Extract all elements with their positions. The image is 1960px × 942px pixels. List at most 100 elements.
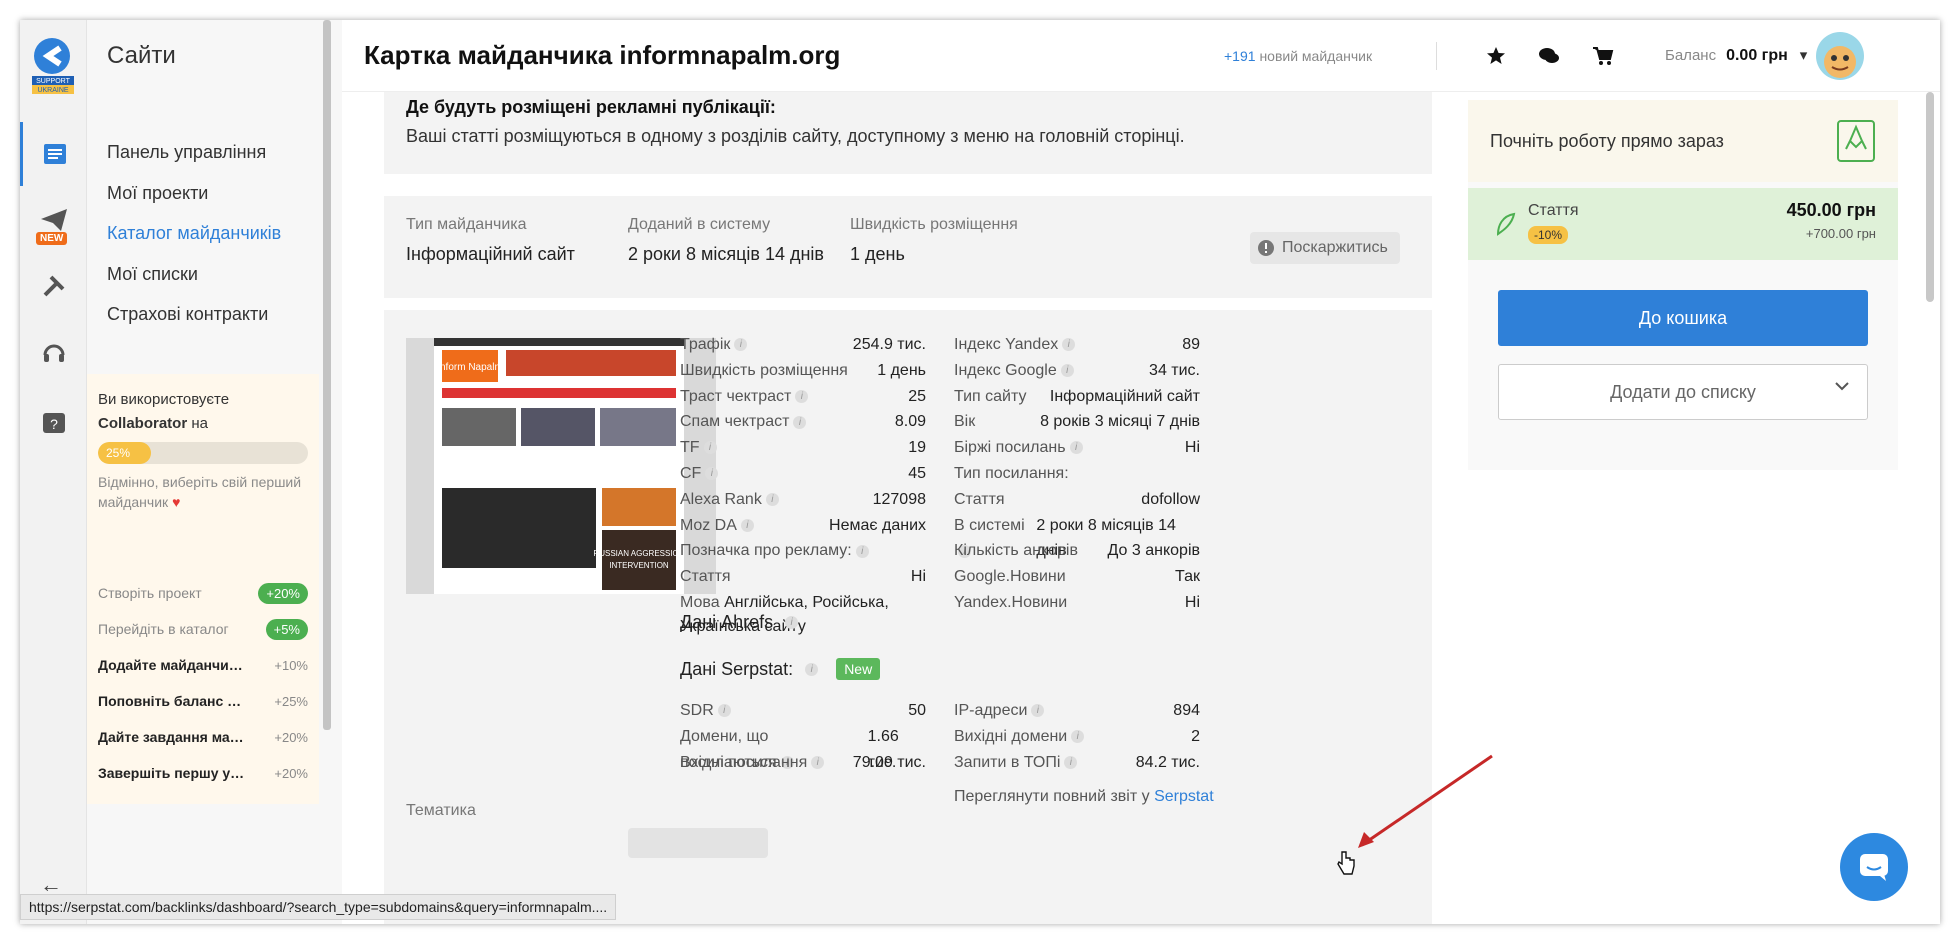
page-title: Картка майданчика informnapalm.org — [364, 40, 841, 70]
serpstat-link[interactable]: Serpstat — [1154, 788, 1214, 805]
thumb-sub: INTERVENTION — [609, 561, 669, 570]
help-question-icon[interactable]: ? — [20, 392, 87, 456]
task-item[interactable]: Поповніть баланс у с... +25% — [87, 683, 319, 719]
task-item[interactable]: Перейдіть в каталог +5% — [87, 611, 319, 647]
info-icon[interactable]: i — [765, 493, 779, 507]
info-icon[interactable]: i — [1062, 338, 1076, 352]
app-window: SUPPORT UKRAINE NEW ? ← Сайти Панель упр… — [20, 20, 1940, 924]
new-sites-text: новий майданчик — [1259, 48, 1373, 64]
task-item[interactable]: Створіть проект +20% — [87, 575, 319, 611]
support-ukraine-logo[interactable]: SUPPORT UKRAINE — [30, 34, 76, 96]
chat-icon[interactable] — [1538, 46, 1560, 71]
stat-row: Тип посилання: — [954, 464, 1069, 482]
sites-rail-icon[interactable] — [20, 122, 87, 186]
stat-row: Alexa Rank i 127098 — [680, 490, 926, 508]
new-sites-counter[interactable]: +191 новий майданчик — [1224, 48, 1372, 64]
header-divider — [1436, 42, 1437, 70]
info-icon[interactable]: i — [1069, 441, 1083, 455]
serpstat-report: Переглянути повний звіт у Serpstat — [954, 788, 1214, 806]
product-price: 450.00 грн — [1786, 200, 1876, 220]
site-details-card: Inform Napalm RUSSIAN AGGRESSION INTERVE… — [384, 310, 1432, 924]
subject-tag[interactable] — [628, 828, 768, 858]
nav-item-catalog[interactable]: Каталог майданчиків — [107, 213, 281, 254]
nav-title: Сайти — [107, 42, 176, 69]
balance-dropdown[interactable]: Баланс 0.00 грн ▾ — [1665, 46, 1807, 65]
info-icon[interactable]: i — [703, 441, 717, 455]
feather-icon — [1496, 212, 1516, 236]
nav-item-insurance[interactable]: Страхові контракти — [107, 294, 281, 335]
info-icon[interactable]: i — [855, 544, 869, 558]
serpstat-stats-right: IP-адреси i 894 Вихідні домени i 2 Запити в … — [954, 698, 1200, 775]
telegram-rail-icon[interactable]: NEW — [20, 188, 87, 252]
speed-value: 1 день — [850, 244, 905, 264]
info-icon[interactable]: i — [793, 415, 807, 429]
user-avatar[interactable] — [1816, 32, 1864, 80]
info-icon[interactable]: i — [717, 704, 731, 718]
chat-widget-button[interactable] — [1840, 833, 1908, 901]
info-icon[interactable]: i — [795, 389, 809, 403]
thumb-logo: Inform Napalm — [437, 362, 503, 373]
info-icon[interactable]: i — [805, 662, 819, 676]
new-badge: New — [836, 658, 881, 680]
star-icon[interactable] — [1486, 46, 1506, 71]
main-content: Де будуть розміщені рекламні публікації:… — [362, 92, 1432, 924]
product-type: Стаття — [1528, 202, 1579, 219]
collab-hint: Відмінно, виберіть свій перший майданчик — [98, 474, 302, 510]
info-icon[interactable]: i — [734, 338, 748, 352]
nav-item-projects[interactable]: Мої проекти — [107, 173, 281, 214]
site-screenshot[interactable]: Inform Napalm RUSSIAN AGGRESSION INTERVE… — [406, 338, 716, 594]
stat-row: Біржі посилань i Ні — [954, 439, 1200, 457]
nav-list: Панель управління Мої проекти Каталог ма… — [107, 132, 281, 335]
chat-widget-icon — [1860, 854, 1888, 881]
complain-button[interactable]: Поскаржитись — [1250, 232, 1400, 264]
add-to-list-label: Додати до списку — [1610, 381, 1756, 402]
cart-icon[interactable] — [1592, 46, 1614, 71]
info-icon[interactable]: i — [705, 467, 719, 481]
info-icon[interactable]: i — [740, 518, 754, 532]
stat-row: Індекс Yandex i 89 — [954, 336, 1200, 353]
site-meta-card: Тип майданчика Інформаційний сайт Додани… — [384, 196, 1432, 298]
stat-row: Стаття Ні — [680, 568, 926, 586]
rocket-icon — [1837, 120, 1875, 162]
info-icon[interactable]: i — [811, 755, 825, 769]
tools-rail-icon[interactable] — [20, 254, 87, 318]
stat-row: IP-адреси i 894 — [954, 702, 1200, 719]
sidebar-scrollbar[interactable] — [323, 20, 331, 730]
nav-item-lists[interactable]: Мої списки — [107, 254, 281, 295]
add-to-list-button[interactable]: Додати до списку — [1498, 364, 1868, 420]
icon-rail: SUPPORT UKRAINE NEW ? ← — [20, 20, 87, 924]
collab-progress-fill: 25% — [98, 442, 151, 464]
collab-line1: Ви використовуєте — [98, 391, 230, 408]
chevron-down-icon — [1835, 382, 1849, 391]
svg-text:SUPPORT: SUPPORT — [36, 78, 70, 85]
task-item[interactable]: Додайте майданчик д... +10% — [87, 647, 319, 683]
serpstat-label: Дані Serpstat: — [680, 658, 794, 679]
info-icon[interactable]: i — [1064, 755, 1078, 769]
add-to-cart-button[interactable]: До кошика — [1498, 290, 1868, 346]
info-icon[interactable]: i — [1071, 730, 1085, 744]
collab-line1-end: на — [191, 415, 208, 432]
stat-row: Домени, що посилаються i 1.66 тис. — [680, 727, 899, 771]
publication-answer: Ваші статті розміщуються в одному з розд… — [406, 126, 1185, 146]
ahrefs-label: Дані Ahrefs — [680, 612, 774, 632]
support-headset-icon[interactable] — [20, 320, 87, 384]
info-icon[interactable]: i — [1031, 704, 1045, 718]
stat-row: Вхідні посилання i 79.09 тис. — [680, 753, 926, 771]
info-icon[interactable]: i — [1060, 364, 1074, 378]
nav-item-dashboard[interactable]: Панель управління — [107, 132, 281, 173]
price-option[interactable]: Стаття -10% 450.00 грн +700.00 грн — [1468, 188, 1898, 260]
task-item[interactable]: Завершіть першу уго... +20% — [87, 755, 319, 791]
serpstat-section-toggle[interactable]: Дані Serpstat: i New — [680, 658, 881, 680]
product-old-price: +700.00 грн — [1805, 226, 1876, 241]
ahrefs-section-toggle[interactable]: Дані Ahrefs i — [680, 612, 799, 633]
onboarding-tasks: Створіть проект +20% Перейдіть в каталог +… — [87, 575, 319, 791]
stats-left: Трафік i 254.9 тис. Швидкість розміщення 1 … — [680, 332, 926, 639]
stat-row: Швидкість розміщення 1 день — [680, 361, 926, 379]
page-scrollbar[interactable] — [1926, 92, 1934, 302]
thumb-headline: RUSSIAN AGGRESSION — [593, 549, 684, 558]
stat-row: Індекс Google i 34 тис. — [954, 361, 1200, 379]
stat-row: Позначка про рекламу: i — [680, 538, 926, 564]
info-icon[interactable]: i — [785, 616, 799, 629]
stat-row: Запити в ТОПі i 84.2 тис. — [954, 753, 1200, 771]
task-item[interactable]: Дайте завдання майд... +20% — [87, 719, 319, 755]
